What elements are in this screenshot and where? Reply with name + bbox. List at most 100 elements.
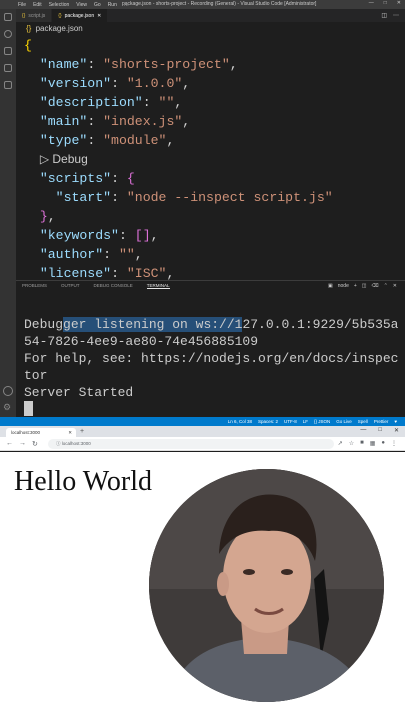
tab-terminal[interactable]: TERMINAL (146, 283, 170, 289)
account-icon[interactable] (3, 386, 13, 396)
info-icon[interactable]: ⓘ (56, 441, 61, 446)
tab-package-json[interactable]: {} package.json ✕ (52, 9, 109, 22)
editor-tabs: {} script.js {} package.json ✕ ◫ ⋯ (16, 9, 405, 22)
star-icon[interactable]: ☆ (349, 440, 354, 447)
new-terminal-icon[interactable]: + (354, 283, 357, 289)
tab-script-js[interactable]: {} script.js (16, 9, 53, 22)
terminal-line: Server Started (24, 385, 134, 400)
minimize-icon[interactable]: — (360, 427, 366, 434)
explorer-icon[interactable] (4, 13, 12, 21)
panel-tabs: PROBLEMS OUTPUT DEBUG CONSOLE TERMINAL (22, 283, 170, 289)
browser-tab-title: localhost:3000 (11, 430, 41, 435)
close-tab-icon[interactable]: ✕ (97, 13, 101, 19)
title-bar: File Edit Selection View Go Run … packag… (0, 0, 405, 9)
code-line: "keywords": [], (39, 228, 159, 243)
menu-selection[interactable]: Selection (49, 2, 70, 8)
address-bar[interactable]: ⓘ localhost:3000 (48, 439, 334, 449)
code-line: }, (39, 209, 56, 224)
tab-label: script.js (28, 12, 46, 19)
extensions-icon[interactable] (4, 81, 12, 89)
menu-file[interactable]: File (18, 2, 26, 8)
share-icon[interactable]: ↗ (338, 440, 343, 447)
code-line: "name": "shorts-project", (39, 57, 238, 72)
json-file-icon: {} (22, 12, 26, 19)
code-line: "start": "node --inspect script.js" (55, 190, 333, 205)
search-icon[interactable] (4, 30, 12, 38)
debug-codelens[interactable]: ▷ Debug (24, 150, 333, 169)
trash-icon[interactable]: ⌫ (372, 283, 379, 289)
maximize-icon[interactable]: □ (384, 0, 387, 6)
more-actions-icon[interactable]: ⋯ (393, 12, 399, 19)
puzzle-icon[interactable]: ▦ (370, 440, 376, 447)
split-terminal-icon[interactable]: ◫ (362, 283, 367, 289)
status-eol[interactable]: LF (303, 419, 308, 424)
breadcrumb-label: package.json (35, 24, 83, 33)
forward-icon[interactable]: → (19, 440, 26, 448)
activity-bar (0, 9, 16, 417)
code-line: "type": "module", (39, 133, 175, 148)
reload-icon[interactable]: ↻ (32, 440, 38, 448)
terminal-cursor (24, 401, 33, 416)
minimize-icon[interactable]: — (369, 0, 374, 6)
terminal-selection: ger listening on ws://1 (63, 317, 243, 332)
code-line: "author": "", (39, 247, 143, 262)
close-tab-icon[interactable]: ✕ (68, 430, 72, 436)
menu-edit[interactable]: Edit (33, 2, 42, 8)
avatar[interactable]: ● (381, 440, 385, 447)
maximize-panel-icon[interactable]: ⌃ (384, 283, 388, 289)
presenter-photo (149, 469, 384, 702)
terminal-line: Debugger listening on ws://127.0.0.1:922… (24, 317, 399, 349)
status-spell[interactable]: Spell (358, 419, 368, 424)
split-editor-icon[interactable]: ◫ (381, 12, 387, 19)
tab-debug-console[interactable]: DEBUG CONSOLE (94, 283, 133, 289)
close-panel-icon[interactable]: ✕ (393, 283, 397, 289)
breadcrumb[interactable]: {} package.json (26, 24, 83, 33)
menu-view[interactable]: View (76, 2, 87, 8)
bell-icon[interactable]: ♥ (394, 419, 397, 424)
code-line: { (24, 38, 32, 53)
terminal-output[interactable]: Debugger listening on ws://127.0.0.1:922… (24, 316, 400, 401)
source-control-icon[interactable] (4, 47, 12, 55)
browser-nav: ← → ↻ (6, 440, 38, 448)
new-tab-icon[interactable]: + (80, 428, 84, 435)
browser-window-controls: — □ ✕ (360, 427, 399, 434)
status-cursor-position[interactable]: Ln 6, Col 38 (228, 419, 252, 424)
menu-run[interactable]: Run (108, 2, 117, 8)
gear-icon[interactable]: ⚙ (3, 402, 11, 413)
tab-problems[interactable]: PROBLEMS (22, 283, 47, 289)
status-prettier[interactable]: Prettier (374, 419, 389, 424)
run-debug-icon[interactable] (4, 64, 12, 72)
status-encoding[interactable]: UTF-8 (284, 419, 297, 424)
json-file-icon: {} (58, 12, 62, 19)
panel-divider[interactable] (16, 280, 405, 281)
terminal-icon: ▣ (328, 283, 333, 289)
tab-output[interactable]: OUTPUT (61, 283, 80, 289)
menu-go[interactable]: Go (94, 2, 101, 8)
maximize-icon[interactable]: □ (378, 427, 382, 434)
status-go-live[interactable]: Go Live (336, 419, 352, 424)
browser-tab[interactable]: localhost:3000 ✕ (6, 428, 76, 437)
url-text: localhost:3000 (61, 441, 91, 446)
window-title: package.json - shorts-project - Recordin… (122, 1, 317, 7)
status-bar: Ln 6, Col 38 Spaces: 2 UTF-8 LF {} JSON … (0, 417, 405, 426)
webcam-overlay (149, 469, 384, 702)
code-line: "version": "1.0.0", (39, 76, 191, 91)
panel-actions: ▣ node + ◫ ⌫ ⌃ ✕ (328, 283, 397, 289)
close-icon[interactable]: ✕ (397, 0, 401, 6)
menu-bar: File Edit Selection View Go Run … (18, 2, 136, 8)
code-line: "main": "index.js", (39, 114, 191, 129)
code-line: "description": "", (39, 95, 183, 110)
extension-icon[interactable]: ■ (360, 440, 364, 447)
json-file-icon: {} (26, 24, 32, 33)
terminal-line: For help, see: https://nodejs.org/en/doc… (24, 351, 399, 383)
code-line: "scripts": { (39, 171, 135, 186)
code-editor[interactable]: { "name": "shorts-project", "version": "… (24, 36, 333, 283)
terminal-shell-label[interactable]: node (338, 283, 349, 289)
tab-label: package.json (64, 12, 95, 19)
kebab-menu-icon[interactable]: ⋮ (391, 440, 397, 447)
status-indentation[interactable]: Spaces: 2 (258, 419, 278, 424)
status-language[interactable]: {} JSON (314, 419, 330, 424)
back-icon[interactable]: ← (6, 440, 13, 448)
page-heading: Hello World (14, 466, 152, 497)
close-icon[interactable]: ✕ (394, 427, 399, 434)
